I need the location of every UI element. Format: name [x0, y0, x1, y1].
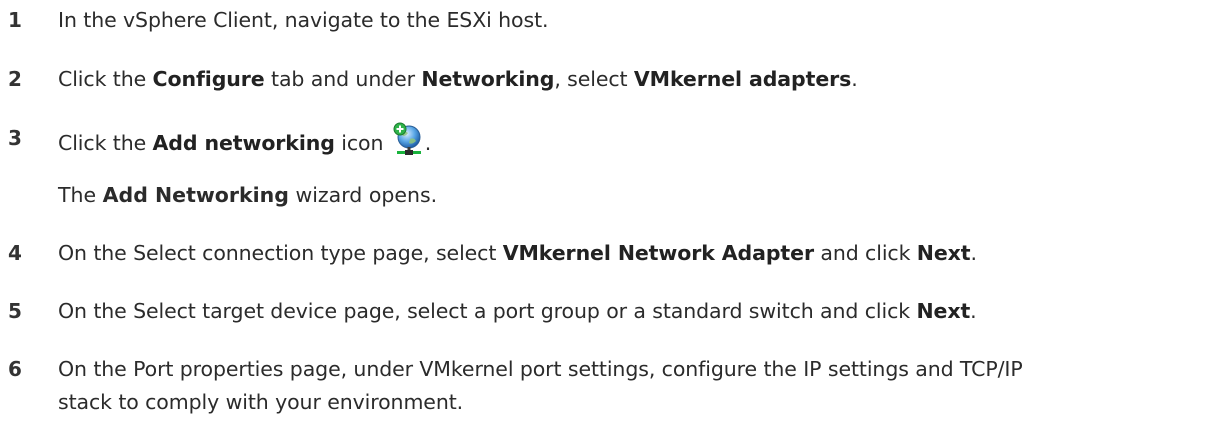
step-text-segment: Click the [58, 67, 153, 91]
step-number: 1 [8, 8, 22, 32]
step-text: Click the Add networking icon . [58, 122, 1198, 160]
step-text-segment: On the Select target device page, select… [58, 299, 917, 323]
result-text-segment: The [58, 183, 103, 207]
step-text: On the Port properties page, under VMker… [58, 353, 1058, 419]
step-text-segment: . [424, 131, 432, 155]
step-text-segment: In the vSphere Client, navigate to the E… [58, 8, 549, 32]
ui-term-add-networking: Add networking [152, 131, 335, 155]
step-text: Click the Configure tab and under Networ… [58, 63, 1198, 96]
step-text: In the vSphere Client, navigate to the E… [58, 4, 1198, 37]
step-number: 6 [8, 357, 22, 381]
ui-term-add-networking-wizard: Add Networking [102, 183, 289, 207]
step-text-segment: tab and under [264, 67, 422, 91]
step-text-segment: and click [813, 241, 917, 265]
step-text-segment: Click the [58, 131, 153, 155]
ui-term-next: Next [916, 241, 971, 265]
step-number: 5 [8, 299, 22, 323]
ui-term-vmkernel-adapters: VMkernel adapters [633, 67, 852, 91]
step-text: On the Select target device page, select… [58, 295, 1198, 328]
step-text-segment: . [851, 67, 858, 91]
step-number: 4 [8, 241, 22, 265]
result-text-segment: wizard opens. [288, 183, 438, 207]
ui-term-networking: Networking [421, 67, 555, 91]
step-text: On the Select connection type page, sele… [58, 237, 1198, 270]
add-networking-icon [393, 122, 421, 155]
step-text-segment: . [970, 241, 977, 265]
step-text-segment: On the Port properties page, under VMker… [58, 357, 1023, 414]
ui-term-next: Next [916, 299, 971, 323]
step-text-segment: . [970, 299, 977, 323]
step-text-segment: On the Select connection type page, sele… [58, 241, 503, 265]
ui-term-configure: Configure [152, 67, 265, 91]
step-number: 3 [8, 126, 22, 150]
step-number: 2 [8, 67, 22, 91]
step-text-segment: , select [554, 67, 634, 91]
step-3-result: The Add Networking wizard opens. [58, 179, 437, 212]
step-text-segment: icon [334, 131, 390, 155]
ui-term-vmkernel-network-adapter: VMkernel Network Adapter [502, 241, 814, 265]
